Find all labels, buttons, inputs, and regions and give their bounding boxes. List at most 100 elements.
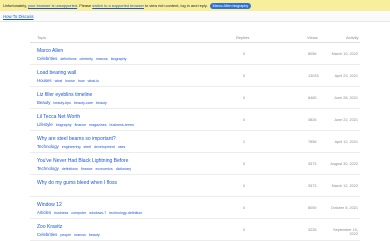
views-count: 3235	[308, 228, 317, 232]
tag-link[interactable]: what	[55, 79, 63, 83]
tag-link[interactable]: windows-7	[89, 211, 106, 215]
topic-tags: Technology engineering steel development use…	[37, 144, 128, 149]
topic-tags: Celebrities people marcos beauty	[37, 232, 103, 237]
activity-date[interactable]: August 30, 2022	[328, 162, 358, 166]
tag-link[interactable]: celebrity	[80, 57, 93, 61]
replies-count: 0	[243, 96, 246, 100]
column-topic[interactable]: Topic	[37, 35, 46, 40]
tag-link[interactable]: definitions	[60, 57, 76, 61]
tag-link[interactable]: people	[60, 233, 71, 237]
column-views[interactable]: Views	[307, 35, 318, 40]
activity-date[interactable]: September 10, 2022	[328, 228, 358, 236]
replies-count: 0	[243, 162, 246, 166]
topic-tags: Houses what house how what-is	[37, 78, 102, 83]
tag-link[interactable]: engineering	[62, 145, 81, 149]
tag-link[interactable]: beauty-tips	[53, 101, 71, 105]
replies-count: 2	[243, 140, 246, 144]
topic-title-link[interactable]: Why do my gums bleed when I floss	[37, 180, 117, 186]
topic-pill-button[interactable]: Marco Allen biography	[209, 2, 252, 9]
views-count: 3573	[308, 184, 317, 188]
tag-link[interactable]: beauty	[89, 233, 100, 237]
replies-count: 0	[243, 228, 246, 232]
tag-link[interactable]: dictionary	[116, 167, 131, 171]
tag-link[interactable]: house	[65, 79, 75, 83]
banner-text-mid: . Please	[77, 3, 93, 8]
topic-title-link[interactable]: Window 12	[37, 202, 62, 208]
tag-link[interactable]: beauty	[96, 101, 107, 105]
views-count: 3826	[308, 118, 317, 122]
category-link[interactable]: Celebrities	[37, 232, 57, 237]
topic-title-link[interactable]: Liz filler eyeblins timeline	[37, 92, 92, 98]
topic-row[interactable]: Window 12 Articles business computer windows…	[30, 197, 360, 219]
views-count: 8059	[308, 206, 317, 210]
category-link[interactable]: Beauty	[37, 100, 50, 105]
tag-link[interactable]: marcos	[96, 57, 108, 61]
tag-link[interactable]: economics	[96, 167, 113, 171]
category-link[interactable]: Lifestyle	[37, 122, 53, 127]
category-link[interactable]: Technology	[37, 144, 59, 149]
topic-title-link[interactable]: Zoo Kravitz	[37, 224, 62, 230]
topic-title-link[interactable]: Why are steel beams so important?	[37, 136, 116, 142]
activity-date[interactable]: March 10, 2022	[328, 52, 358, 56]
views-count: 3573	[308, 162, 317, 166]
replies-count: 0	[243, 118, 246, 122]
activity-date[interactable]: March 12, 2022	[328, 184, 358, 188]
category-link[interactable]: Articles	[37, 210, 51, 215]
activity-date[interactable]: April 23, 2021	[328, 74, 358, 78]
unsupported-browser-link[interactable]: your browser is unsupported	[28, 3, 77, 8]
column-activity[interactable]: Activity	[346, 35, 359, 40]
topic-row[interactable]: Lil Tecca Net Worth Lifestyle biography fin…	[30, 109, 360, 131]
tag-link[interactable]: uses	[118, 145, 126, 149]
category-link[interactable]: Houses	[37, 78, 52, 83]
switch-browser-link[interactable]: switch to a supported browser	[92, 3, 144, 8]
tag-link[interactable]: development	[94, 145, 115, 149]
topic-title-link[interactable]: Marco Allen	[37, 48, 63, 54]
topic-title-link[interactable]: You've Never Had Black Lightning Before	[37, 158, 128, 164]
views-count: 7858	[308, 140, 317, 144]
replies-count: 0	[243, 74, 246, 78]
unsupported-browser-banner: Unfortunately, your browser is unsupport…	[0, 0, 390, 11]
topic-tags: Articles business computer windows-7 technol…	[37, 210, 145, 215]
category-link[interactable]: Celebrities	[37, 56, 57, 61]
replies-count: 0	[243, 52, 246, 56]
tag-link[interactable]: finance	[81, 167, 93, 171]
tag-link[interactable]: business	[54, 211, 68, 215]
banner-text-after: to view rich content, log in and reply.	[143, 3, 208, 8]
topic-row[interactable]: Why are steel beams so important? Technol…	[30, 131, 360, 153]
activity-date[interactable]: April 12, 2021	[328, 140, 358, 144]
tag-link[interactable]: computer	[71, 211, 86, 215]
tag-link[interactable]: magazines	[89, 123, 106, 127]
tag-link[interactable]: steel	[84, 145, 92, 149]
tag-link[interactable]: what-is	[88, 79, 99, 83]
tag-link[interactable]: biography	[56, 123, 72, 127]
replies-count: 0	[243, 206, 246, 210]
tag-link[interactable]: technology-definition	[109, 211, 142, 215]
tag-link[interactable]: definitions	[62, 167, 78, 171]
topic-row[interactable]: Zoo Kravitz Celebrities people marcos beauty…	[30, 219, 360, 241]
tag-link[interactable]: biography	[111, 57, 127, 61]
topic-list-header: Topic Replies Views Activity	[30, 28, 360, 43]
topic-tags: Celebrities definitions celebrity marcos bio…	[37, 56, 129, 61]
site-header: How To Discuss	[0, 11, 390, 22]
column-replies[interactable]: Replies	[236, 35, 249, 40]
topic-row[interactable]: Why do my gums bleed when I floss 0 3573 Ma…	[30, 175, 360, 197]
topic-tags: Technology definitions finance economics dic…	[37, 166, 134, 171]
category-link[interactable]: Technology	[37, 166, 59, 171]
activity-date[interactable]: June 28, 2021	[328, 96, 358, 100]
topic-row[interactable]: Load bearing wall Houses what house how what-…	[30, 65, 360, 87]
tag-link[interactable]: finance	[75, 123, 87, 127]
activity-date[interactable]: October 8, 2021	[328, 206, 358, 210]
topic-title-link[interactable]: Lil Tecca Net Worth	[37, 114, 80, 120]
banner-text-before: Unfortunately,	[3, 3, 29, 8]
topic-tags: Beauty beauty-tips beauty-care beauty	[37, 100, 110, 105]
site-home-link[interactable]: How To Discuss	[3, 14, 34, 19]
tag-link[interactable]: beauty-care	[74, 101, 93, 105]
tag-link[interactable]: marcos	[74, 233, 86, 237]
topic-row[interactable]: Marco Allen Celebrities definitions celebri…	[30, 43, 360, 65]
activity-date[interactable]: June 22, 2021	[328, 118, 358, 122]
topic-row[interactable]: You've Never Had Black Lightning Before T…	[30, 153, 360, 175]
tag-link[interactable]: business-terms	[110, 123, 134, 127]
topic-title-link[interactable]: Load bearing wall	[37, 70, 76, 76]
topic-row[interactable]: Liz filler eyeblins timeline Beauty beauty…	[30, 87, 360, 109]
tag-link[interactable]: how	[78, 79, 85, 83]
